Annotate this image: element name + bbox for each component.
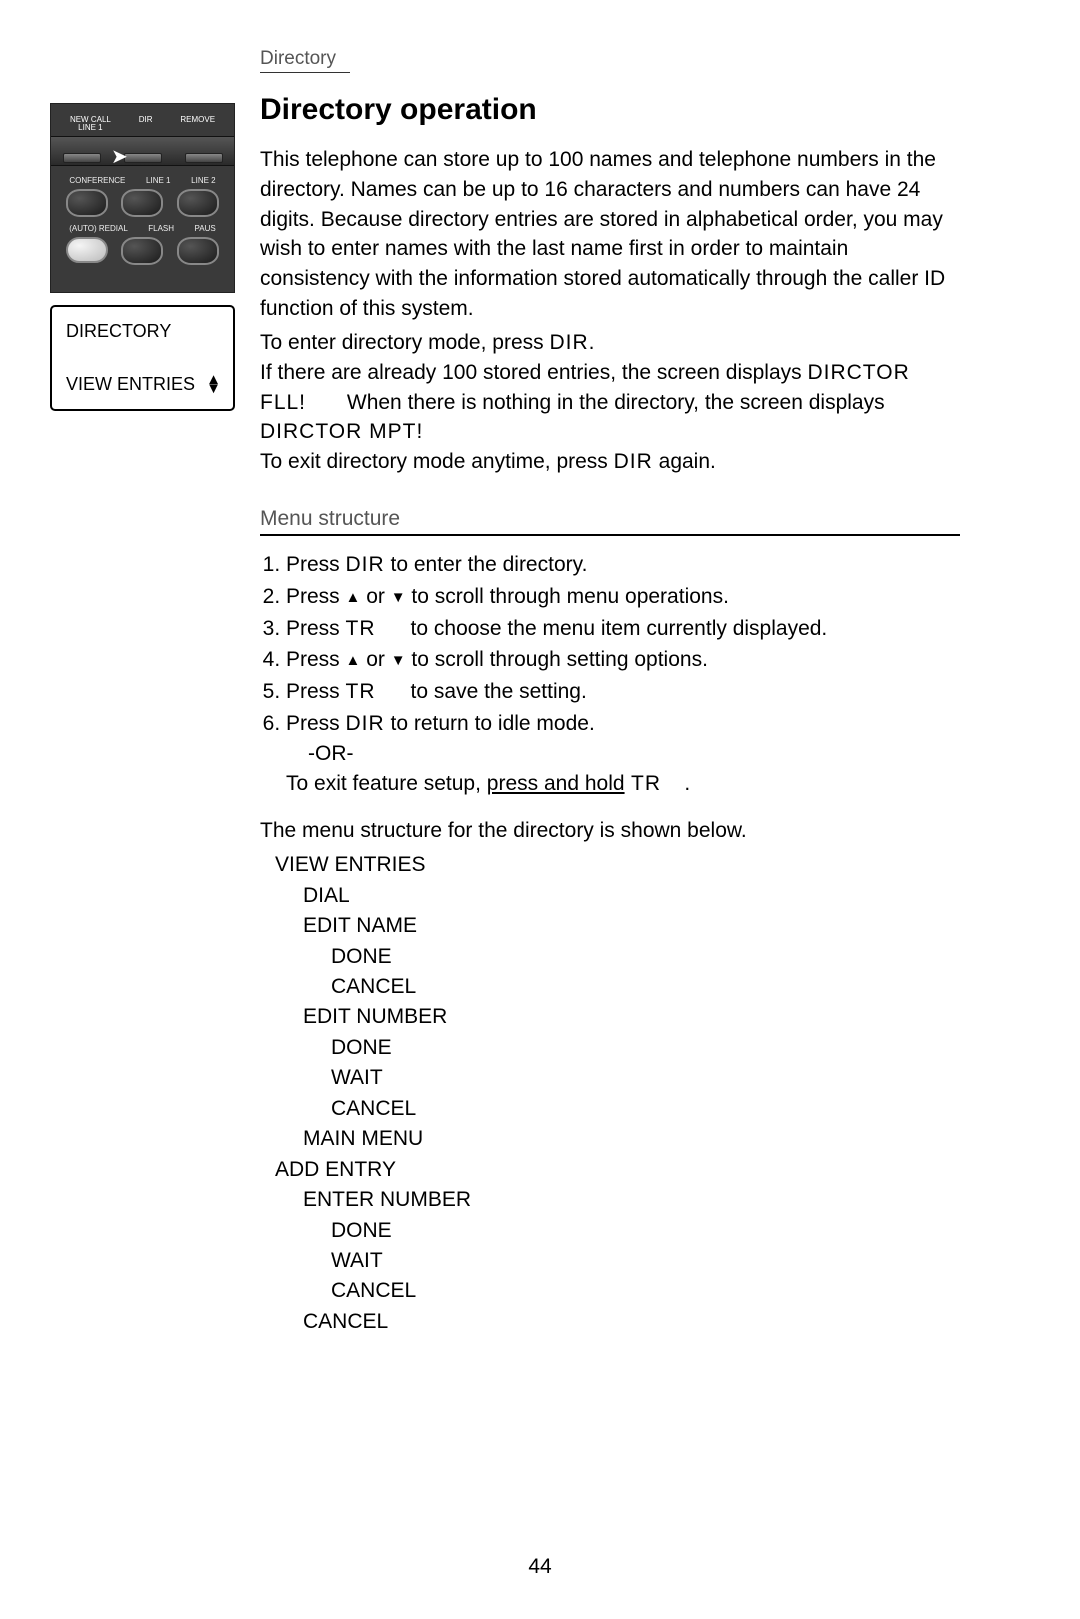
btn-label-redial: (AUTO) REDIAL [69, 224, 128, 233]
btn-label-flash: FLASH [148, 224, 174, 233]
tree-item: WAIT [331, 1246, 960, 1276]
lcd-line2: VIEW ENTRIES [66, 374, 195, 395]
tree-item: WAIT [331, 1063, 960, 1093]
page-title: Directory operation [260, 93, 960, 127]
intro-paragraph: This telephone can store up to 100 names… [260, 145, 960, 324]
phone-keypad-illustration: NEW CALL LINE 1 DIR REMOVE ➤ CONFERENCE … [50, 103, 235, 293]
step-1: Press DIR to enter the directory. [286, 550, 960, 580]
screen-code-empty: DIRCTOR MPT! [260, 420, 423, 443]
step-3: Press TR to choose the menu item current… [286, 614, 960, 644]
tree-item: DONE [331, 1033, 960, 1063]
btn-label-line2: LINE 2 [191, 176, 215, 185]
tree-item: DONE [331, 942, 960, 972]
redial-button [66, 237, 108, 263]
step-6-alt: To exit feature setup, press and hold TR… [286, 769, 960, 799]
enter-mode-text: To enter directory mode, press DIR. [260, 328, 960, 358]
up-down-arrows-icon: ▲▼ [206, 376, 221, 393]
tree-item: EDIT NUMBER [303, 1002, 960, 1032]
dir-key-ref: DIR [549, 331, 588, 354]
tree-intro: The menu structure for the directory is … [260, 816, 960, 846]
cursor-arrow-icon: ➤ [111, 144, 128, 169]
line2-button [177, 189, 219, 217]
right-column: Directory operation This telephone can s… [255, 93, 960, 1337]
tree-item: VIEW ENTRIES [275, 850, 960, 880]
tree-item: DIAL [303, 881, 960, 911]
or-divider: -OR- [286, 739, 960, 769]
btn-label-conference: CONFERENCE [69, 176, 125, 185]
btn-label-line1: LINE 1 [146, 176, 170, 185]
step-6: Press DIR to return to idle mode. -OR- T… [286, 709, 960, 798]
lcd-display-illustration: DIRECTORY VIEW ENTRIES ▲▼ [50, 305, 235, 411]
tree-item: CANCEL [303, 1307, 960, 1337]
pause-button [177, 237, 219, 265]
step-5: Press TR to save the setting. [286, 677, 960, 707]
tree-item: CANCEL [331, 972, 960, 1002]
btn-label-new-call: NEW CALL LINE 1 [70, 116, 111, 132]
triangle-up-icon: ▲ [346, 652, 361, 669]
softkey [185, 153, 223, 163]
exit-mode-text: To exit directory mode anytime, press DI… [260, 447, 960, 477]
step-4: Press ▲ or ▼ to scroll through setting o… [286, 645, 960, 675]
tree-item: ENTER NUMBER [303, 1185, 960, 1215]
btn-label-pause: PAUS [195, 224, 216, 233]
menu-steps-list: Press DIR to enter the directory. Press … [260, 550, 960, 799]
dir-key-ref: DIR [614, 450, 653, 473]
menu-tree: VIEW ENTRIES DIAL EDIT NAME DONE CANCEL … [275, 850, 960, 1337]
tree-item: CANCEL [331, 1094, 960, 1124]
tree-item: EDIT NAME [303, 911, 960, 941]
page-number: 44 [0, 1555, 1080, 1579]
left-column: NEW CALL LINE 1 DIR REMOVE ➤ CONFERENCE … [50, 93, 255, 1337]
lcd-line1: DIRECTORY [66, 321, 221, 342]
softkey [124, 153, 162, 163]
softkey [63, 153, 101, 163]
btn-label-dir: DIR [139, 116, 153, 132]
tree-item: ADD ENTRY [275, 1155, 960, 1185]
step-2: Press ▲ or ▼ to scroll through menu oper… [286, 582, 960, 612]
triangle-down-icon: ▼ [391, 589, 406, 606]
line1-button [121, 189, 163, 217]
menu-structure-heading: Menu structure [260, 507, 960, 536]
conference-button [66, 189, 108, 217]
triangle-up-icon: ▲ [346, 589, 361, 606]
section-header: Directory [260, 48, 350, 73]
tree-item: CANCEL [331, 1276, 960, 1306]
tree-item: DONE [331, 1216, 960, 1246]
tree-item: MAIN MENU [303, 1124, 960, 1154]
flash-button [121, 237, 163, 265]
main-content: NEW CALL LINE 1 DIR REMOVE ➤ CONFERENCE … [50, 93, 960, 1337]
full-empty-text: If there are already 100 stored entries,… [260, 358, 960, 447]
btn-label-remove: REMOVE [180, 116, 215, 132]
triangle-down-icon: ▼ [391, 652, 406, 669]
